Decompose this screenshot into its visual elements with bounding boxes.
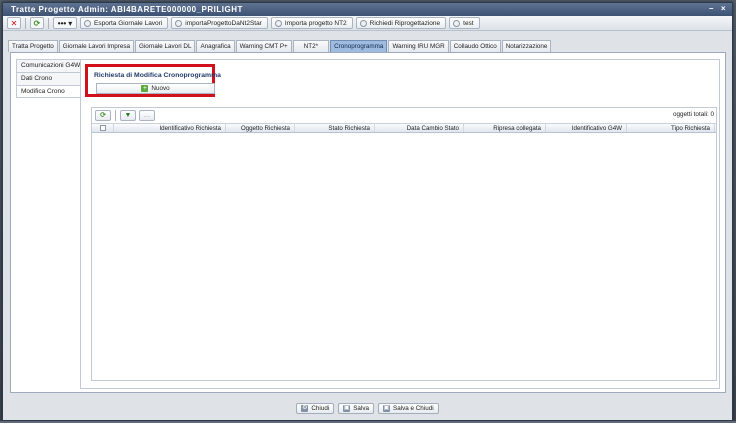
side-subnav: Comunicazioni G4W Dati Crono Modifica Cr… <box>16 59 86 98</box>
button-label: Salva e Chiudi <box>393 404 434 412</box>
close-button[interactable]: ⚙ Chiudi <box>296 402 335 414</box>
tab-notarizzazione[interactable]: Notarizzazione <box>501 40 552 52</box>
import-nt2star-button[interactable]: importaProgettoDaNt2Star <box>171 17 268 29</box>
more-icon: ••• <box>57 18 67 28</box>
button-label: Salva <box>353 404 369 412</box>
close-icon[interactable]: ✕ <box>7 17 21 29</box>
column-header[interactable]: Stato Richiesta <box>295 124 375 132</box>
content-area: Richiesta di Modifica Cronoprogramma + N… <box>80 59 720 389</box>
tab-panel: Comunicazioni G4W Dati Crono Modifica Cr… <box>10 52 726 393</box>
more-menu-button[interactable]: ••• ▾ <box>53 17 77 29</box>
toolbar-divider <box>48 17 49 29</box>
tab-collaudo-ottico[interactable]: Collaudo Ottico <box>449 40 501 52</box>
clear-filter-icon[interactable]: … <box>139 110 155 121</box>
action-icon <box>84 19 91 27</box>
gear-icon: ⚙ <box>301 404 309 412</box>
dialog-footer: ⚙ Chiudi ▣ Salva ▣ Salva e Chiudi <box>3 396 732 420</box>
new-button[interactable]: + Nuovo <box>96 83 215 94</box>
main-toolbar: ✕ ⟳ ••• ▾ Esporta Giornale Lavori import… <box>3 16 732 31</box>
refresh-icon[interactable]: ⟳ <box>30 17 44 29</box>
subnav-item-comunicazioni[interactable]: Comunicazioni G4W <box>16 59 86 72</box>
action-icon <box>453 19 461 27</box>
subnav-item-dati-crono[interactable]: Dati Crono <box>16 72 86 85</box>
button-label: Nuovo <box>151 85 170 92</box>
close-window-icon[interactable]: × <box>719 4 728 13</box>
button-label: importaProgettoDaNt2Star <box>185 19 262 27</box>
tab-tratta-progetto[interactable]: Tratta Progetto <box>8 40 58 52</box>
column-header[interactable]: Oggetto Richiesta <box>226 124 295 132</box>
save-and-close-button[interactable]: ▣ Salva e Chiudi <box>378 402 439 414</box>
tab-warning-iru[interactable]: Warning IRU MGR <box>388 40 449 52</box>
tab-cronoprogramma[interactable]: Cronoprogramma <box>330 40 388 52</box>
toolbar-divider <box>115 110 116 121</box>
highlight-box: Richiesta di Modifica Cronoprogramma + N… <box>85 64 221 97</box>
subnav-item-modifica-crono[interactable]: Modifica Crono <box>16 85 86 98</box>
column-header[interactable]: Ripresa collegata <box>464 124 546 132</box>
import-nt2-button[interactable]: Importa progetto NT2 <box>270 17 353 29</box>
chevron-down-icon: ▾ <box>68 18 73 28</box>
button-label: Esporta Giornale Lavori <box>94 19 163 27</box>
grid-header: Identificativo Richiesta Oggetto Richies… <box>92 123 716 133</box>
export-journal-button[interactable]: Esporta Giornale Lavori <box>80 17 169 29</box>
column-header[interactable]: Tipo Richiesta <box>627 124 715 132</box>
column-header[interactable]: Data Cambio Stato <box>375 124 464 132</box>
column-header[interactable]: Identificativo Richiesta <box>114 124 226 132</box>
save-close-icon: ▣ <box>383 404 390 412</box>
action-icon <box>175 19 183 27</box>
save-button[interactable]: ▣ Salva <box>338 402 374 414</box>
button-label: Richiedi Riprogettazione <box>369 19 441 27</box>
window-titlebar[interactable]: Tratte Progetto Admin: ABI4BARETE000000_… <box>3 3 732 16</box>
action-icon <box>359 19 367 27</box>
grid-refresh-icon[interactable]: ⟳ <box>95 110 111 121</box>
minimize-icon[interactable]: – <box>707 4 716 13</box>
tab-anagrafica[interactable]: Anagrafica <box>196 40 235 52</box>
button-label: Chiudi <box>311 404 330 412</box>
section-title: Richiesta di Modifica Cronoprogramma <box>94 72 221 79</box>
filter-icon[interactable]: ▼ <box>120 110 136 121</box>
request-redesign-button[interactable]: Richiedi Riprogettazione <box>355 17 447 29</box>
requests-grid: ⟳ ▼ … oggetti totali: 0 Identificativo R… <box>91 107 717 381</box>
select-all-checkbox[interactable] <box>99 125 106 131</box>
tab-strip: Tratta Progetto Giornale Lavori Impresa … <box>8 40 552 52</box>
project-window: Tratte Progetto Admin: ABI4BARETE000000_… <box>2 2 733 421</box>
grid-toolbar: ⟳ ▼ … oggetti totali: 0 <box>92 108 716 123</box>
tab-giornale-lavori-impresa[interactable]: Giornale Lavori Impresa <box>58 40 134 52</box>
column-header[interactable]: Identificativo G4W <box>546 124 627 132</box>
select-all-checkbox-cell[interactable] <box>92 124 114 132</box>
button-label: Importa progetto NT2 <box>284 19 347 27</box>
tab-nt2[interactable]: NT2* <box>292 40 330 52</box>
add-icon: + <box>141 85 149 92</box>
test-button[interactable]: test <box>449 17 480 29</box>
button-label: test <box>463 19 474 27</box>
tab-warning-cmt[interactable]: Warning CMT P+ <box>235 40 292 52</box>
action-icon <box>274 19 282 27</box>
toolbar-divider <box>25 17 26 29</box>
window-title: Tratte Progetto Admin: ABI4BARETE000000_… <box>11 5 243 14</box>
tab-giornale-lavori-dl[interactable]: Giornale Lavori DL <box>134 40 196 52</box>
total-count: oggetti totali: 0 <box>673 111 714 118</box>
save-icon: ▣ <box>343 404 351 412</box>
